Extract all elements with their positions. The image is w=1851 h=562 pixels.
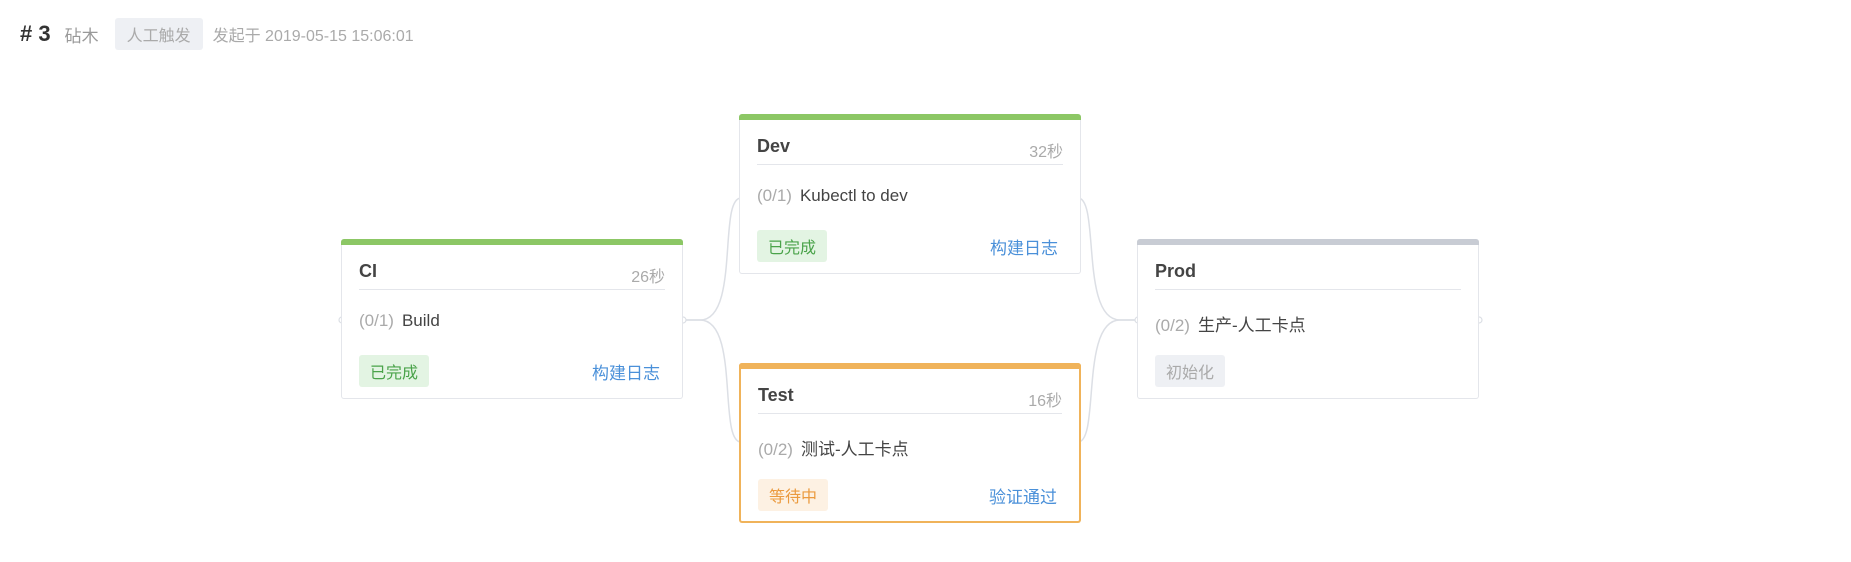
stage-title: Test bbox=[758, 385, 794, 405]
job-count: (0/2) bbox=[1155, 316, 1190, 335]
connector-ci-test bbox=[681, 319, 742, 443]
status-badge: 已完成 bbox=[359, 355, 430, 387]
job-item: (0/2) 生产-人工卡点 bbox=[1155, 311, 1306, 336]
stage-header: Dev 32秒 bbox=[757, 136, 1063, 165]
stage-test: Test 16秒 (0/2) 测试-人工卡点 等待中 验证通过 bbox=[739, 363, 1081, 523]
approve-link[interactable]: 验证通过 bbox=[989, 483, 1057, 508]
job-name: 测试-人工卡点 bbox=[800, 440, 909, 459]
stage-title: Prod bbox=[1155, 261, 1197, 281]
stage-status-bar bbox=[1137, 239, 1479, 245]
status-badge: 初始化 bbox=[1155, 355, 1226, 387]
connector-test-prod bbox=[1077, 319, 1138, 443]
build-log-link[interactable]: 构建日志 bbox=[592, 359, 660, 384]
job-name: 生产-人工卡点 bbox=[1197, 316, 1306, 335]
stage-status-bar bbox=[739, 114, 1081, 120]
status-badge: 等待中 bbox=[758, 479, 829, 511]
job-name: Build bbox=[401, 311, 440, 330]
job-item: (0/2) 测试-人工卡点 bbox=[758, 435, 909, 460]
job-item: (0/1) Kubectl to dev bbox=[757, 186, 908, 206]
stage-ci: CI 26秒 (0/1) Build 已完成 构建日志 bbox=[341, 239, 683, 399]
stage-prod: Prod (0/2) 生产-人工卡点 初始化 bbox=[1137, 239, 1479, 399]
stage-status-bar bbox=[739, 363, 1081, 369]
stage-dev: Dev 32秒 (0/1) Kubectl to dev 已完成 构建日志 bbox=[739, 114, 1081, 274]
stage-header: CI 26秒 bbox=[359, 261, 665, 290]
stage-title: Dev bbox=[757, 136, 791, 156]
job-count: (0/1) bbox=[359, 311, 394, 330]
connector-ci-dev bbox=[681, 197, 742, 321]
connector-dev-prod bbox=[1077, 197, 1138, 321]
stage-header: Prod bbox=[1155, 261, 1461, 290]
stage-duration: 32秒 bbox=[1029, 144, 1063, 161]
job-name: Kubectl to dev bbox=[799, 186, 908, 205]
stage-title: CI bbox=[359, 261, 377, 281]
stage-duration: 26秒 bbox=[631, 269, 665, 286]
stage-duration: 16秒 bbox=[1028, 393, 1062, 410]
job-count: (0/2) bbox=[758, 440, 793, 459]
job-count: (0/1) bbox=[757, 186, 792, 205]
job-item: (0/1) Build bbox=[359, 311, 440, 331]
stage-status-bar bbox=[341, 239, 683, 245]
status-badge: 已完成 bbox=[757, 230, 828, 262]
build-log-link[interactable]: 构建日志 bbox=[990, 234, 1058, 259]
stage-header: Test 16秒 bbox=[758, 385, 1062, 414]
